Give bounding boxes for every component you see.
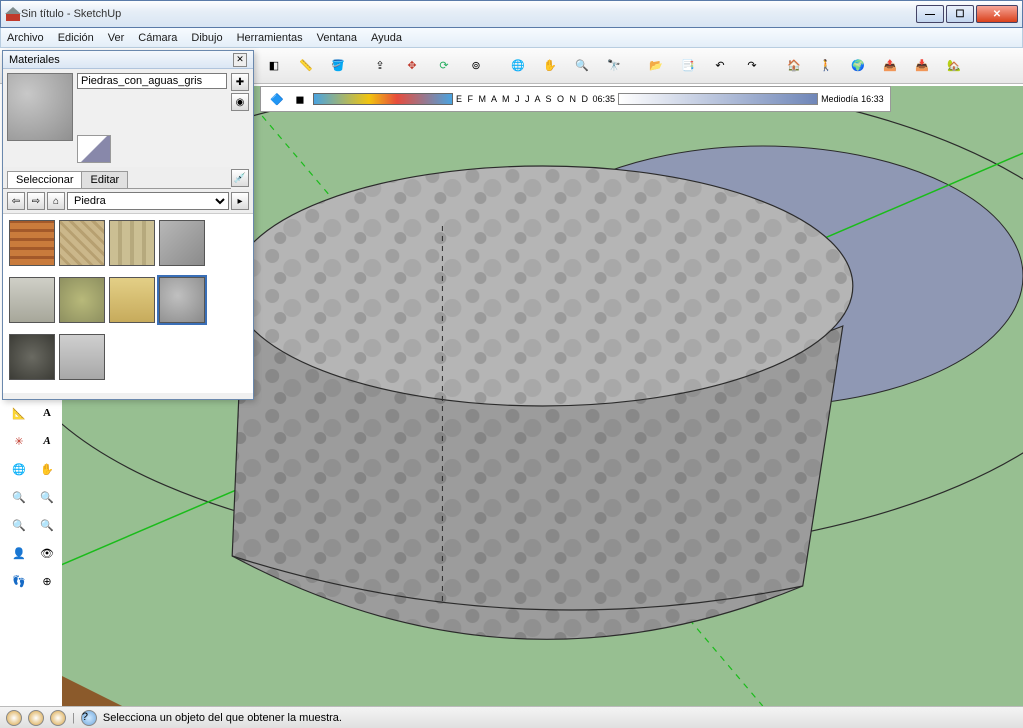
text-tool-icon[interactable]: A [34,400,60,426]
close-button[interactable]: ✕ [976,5,1018,23]
status-credits-icon[interactable] [28,710,44,726]
time-end: 16:33 [861,94,884,104]
nav-home-icon[interactable]: ⌂ [47,192,65,210]
swatch-marble-green[interactable] [59,277,105,323]
export-icon[interactable]: 📤 [876,52,904,80]
menu-ventana[interactable]: Ventana [317,32,357,44]
menu-dibujo[interactable]: Dibujo [191,32,222,44]
open-icon[interactable]: 📂 [642,52,670,80]
swatch-concrete-light[interactable] [59,334,105,380]
move-tool-icon[interactable]: ✥ [398,52,426,80]
library-menu-icon[interactable]: ▸ [231,192,249,210]
create-material-icon[interactable]: ✚ [231,73,249,91]
materials-tab-select[interactable]: Seleccionar [7,171,82,188]
app-icon [5,6,21,22]
minimize-button[interactable]: — [916,5,944,23]
material-preview-swatch [7,73,73,141]
status-hint: Selecciona un objeto del que obtener la … [103,712,342,724]
foreground-background-swatch[interactable] [77,135,111,163]
position-camera-icon[interactable]: 👤 [6,540,32,566]
look-around-icon[interactable]: 👁 [34,540,60,566]
person-icon[interactable]: 🚶 [812,52,840,80]
window-title: Sin título - SketchUp [21,8,916,20]
materials-close-icon[interactable]: ✕ [233,53,247,67]
material-swatch-grid [3,213,253,393]
status-claim-icon[interactable] [50,710,66,726]
pan-icon[interactable]: ✋ [34,456,60,482]
menu-ayuda[interactable]: Ayuda [371,32,402,44]
tape-measure-icon[interactable]: 📐 [6,400,32,426]
eyedropper-icon[interactable]: 💉 [231,169,249,187]
push-pull-icon[interactable]: ⇪ [366,52,394,80]
materials-panel[interactable]: Materiales ✕ ✚ ◉ Seleccionar Editar 💉 ⇦ … [2,50,254,400]
zoom-tool-icon[interactable]: 🔍 [568,52,596,80]
menubar: Archivo Edición Ver Cámara Dibujo Herram… [0,28,1023,48]
month-scale: E F M A M J J A S O N D [456,94,590,104]
rotate-tool-icon[interactable]: ⟳ [430,52,458,80]
nav-forward-icon[interactable]: ⇨ [27,192,45,210]
menu-camara[interactable]: Cámara [138,32,177,44]
status-help-icon[interactable]: ? [81,710,97,726]
status-bar: | ? Selecciona un objeto del que obtener… [0,706,1023,728]
swatch-ashlar-tan[interactable] [59,220,105,266]
layers-icon[interactable]: 📑 [674,52,702,80]
globe-icon[interactable]: 🌍 [844,52,872,80]
swatch-limestone-block[interactable] [109,220,155,266]
offset-tool-icon[interactable]: ⊚ [462,52,490,80]
time-slider[interactable] [618,93,818,105]
material-name-field[interactable] [77,73,227,89]
window-titlebar: Sin título - SketchUp — ☐ ✕ [0,0,1023,28]
undo-icon[interactable]: ↶ [706,52,734,80]
model-house-icon[interactable]: 🏡 [940,52,968,80]
redo-icon[interactable]: ↷ [738,52,766,80]
eraser-tool-icon[interactable]: ◧ [260,52,288,80]
time-start: 06:35 [593,94,616,104]
materials-panel-titlebar[interactable]: Materiales ✕ [3,51,253,69]
maximize-button[interactable]: ☐ [946,5,974,23]
time-noon: Mediodía [821,94,858,104]
month-slider[interactable] [313,93,453,105]
swatch-granite-gray[interactable] [159,277,205,323]
material-library-select[interactable]: Piedra [67,192,229,210]
paint-tool-icon[interactable]: 🪣 [324,52,352,80]
swatch-sandstone-yellow[interactable] [109,277,155,323]
shadow-toolbar: 🔷 ◼ E F M A M J J A S O N D 06:35 Mediod… [260,86,891,112]
orbit-tool-icon[interactable]: 🌐 [504,52,532,80]
status-geo-icon[interactable] [6,710,22,726]
axes-tool-icon[interactable]: ✳ [6,428,32,454]
swatch-granite-dark[interactable] [9,334,55,380]
swatch-flagstone-gray[interactable] [159,220,205,266]
menu-archivo[interactable]: Archivo [7,32,44,44]
section-icon[interactable]: ⊕ [34,568,60,594]
orbit-icon[interactable]: 🌐 [6,456,32,482]
large-toolset: 📐 A ✳ A 🌐 ✋ 🔍 🔍 🔍 🔍 👤 👁 👣 ⊕ [6,400,62,594]
import-icon[interactable]: 📥 [908,52,936,80]
swatch-sandstone-brick[interactable] [9,220,55,266]
swatch-travertine[interactable] [9,277,55,323]
set-default-icon[interactable]: ◉ [231,93,249,111]
zoom-extents-icon[interactable]: 🔭 [600,52,628,80]
walk-icon[interactable]: 👣 [6,568,32,594]
shadow-toggle-icon[interactable]: ◼ [290,89,310,109]
materials-nav: ⇦ ⇨ ⌂ Piedra ▸ [3,189,253,213]
next-view-icon[interactable]: 🔍 [34,512,60,538]
3dtext-tool-icon[interactable]: A [34,428,60,454]
tape-tool-icon[interactable]: 📏 [292,52,320,80]
pan-tool-icon[interactable]: ✋ [536,52,564,80]
materials-tab-edit[interactable]: Editar [81,171,128,188]
menu-edicion[interactable]: Edición [58,32,94,44]
materials-panel-title: Materiales [9,54,60,66]
prev-view-icon[interactable]: 🔍 [6,512,32,538]
nav-back-icon[interactable]: ⇦ [7,192,25,210]
shadow-info-icon[interactable]: 🔷 [267,89,287,109]
zoom-icon[interactable]: 🔍 [6,484,32,510]
menu-herramientas[interactable]: Herramientas [237,32,303,44]
menu-ver[interactable]: Ver [108,32,125,44]
zoom-window-icon[interactable]: 🔍 [34,484,60,510]
house-icon[interactable]: 🏠 [780,52,808,80]
